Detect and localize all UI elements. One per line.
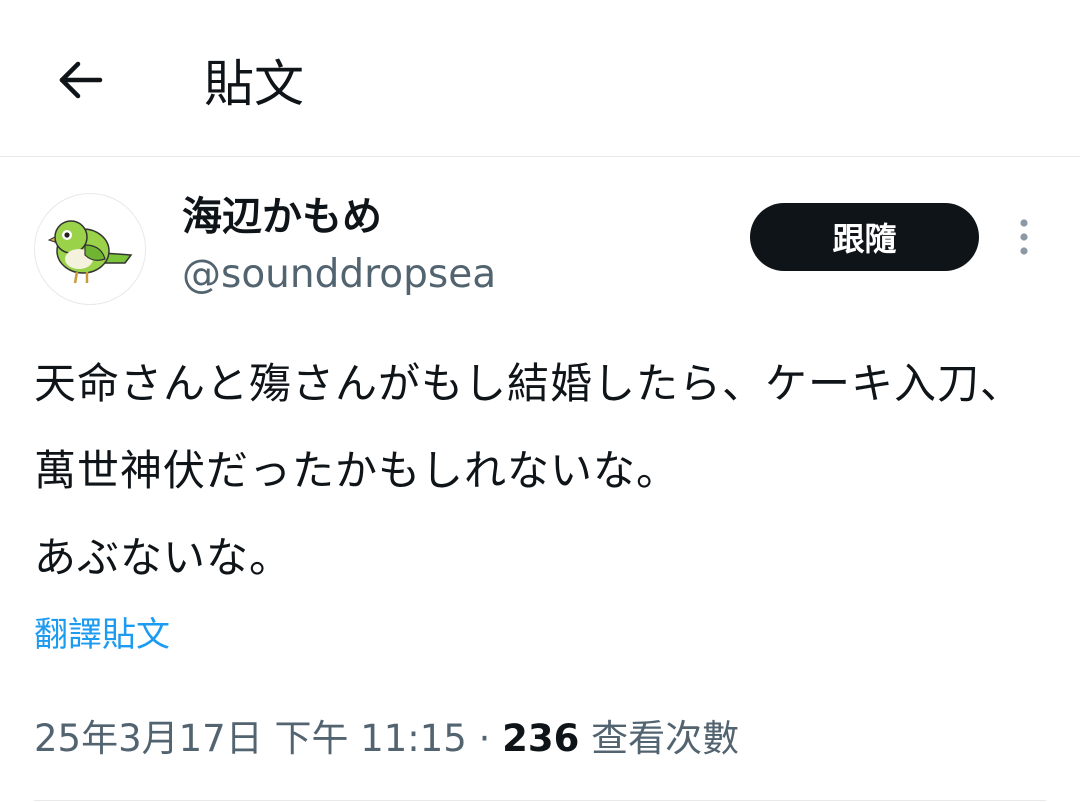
meta-separator: · [466, 717, 503, 760]
views-label: 查看次數 [579, 717, 740, 760]
top-bar: 貼文 [0, 0, 1080, 157]
author-display-name[interactable]: 海辺かもめ [182, 192, 382, 242]
arrow-left-icon [59, 61, 103, 99]
page-title: 貼文 [204, 55, 304, 113]
views-count: 236 [502, 717, 580, 760]
green-bird-avatar [47, 220, 133, 284]
post-text: 天命さんと殤さんがもし結婚したら、ケーキ入刀、萬世神伏だったかもしれないな。 あ… [34, 359, 1024, 582]
more-vertical-icon [1020, 219, 1028, 255]
avatar[interactable] [34, 193, 146, 305]
author-handle[interactable]: @sounddropsea [182, 250, 496, 300]
post-meta: 25年3月17日 下午 11:15 · 236 查看次數 [34, 714, 739, 764]
translate-post-link[interactable]: 翻譯貼文 [34, 612, 170, 658]
divider [34, 800, 1046, 801]
post-timestamp[interactable]: 25年3月17日 下午 11:15 [34, 717, 467, 760]
more-options-button[interactable] [1006, 214, 1042, 260]
follow-button[interactable]: 跟隨 [750, 203, 979, 271]
back-button[interactable] [52, 52, 108, 108]
